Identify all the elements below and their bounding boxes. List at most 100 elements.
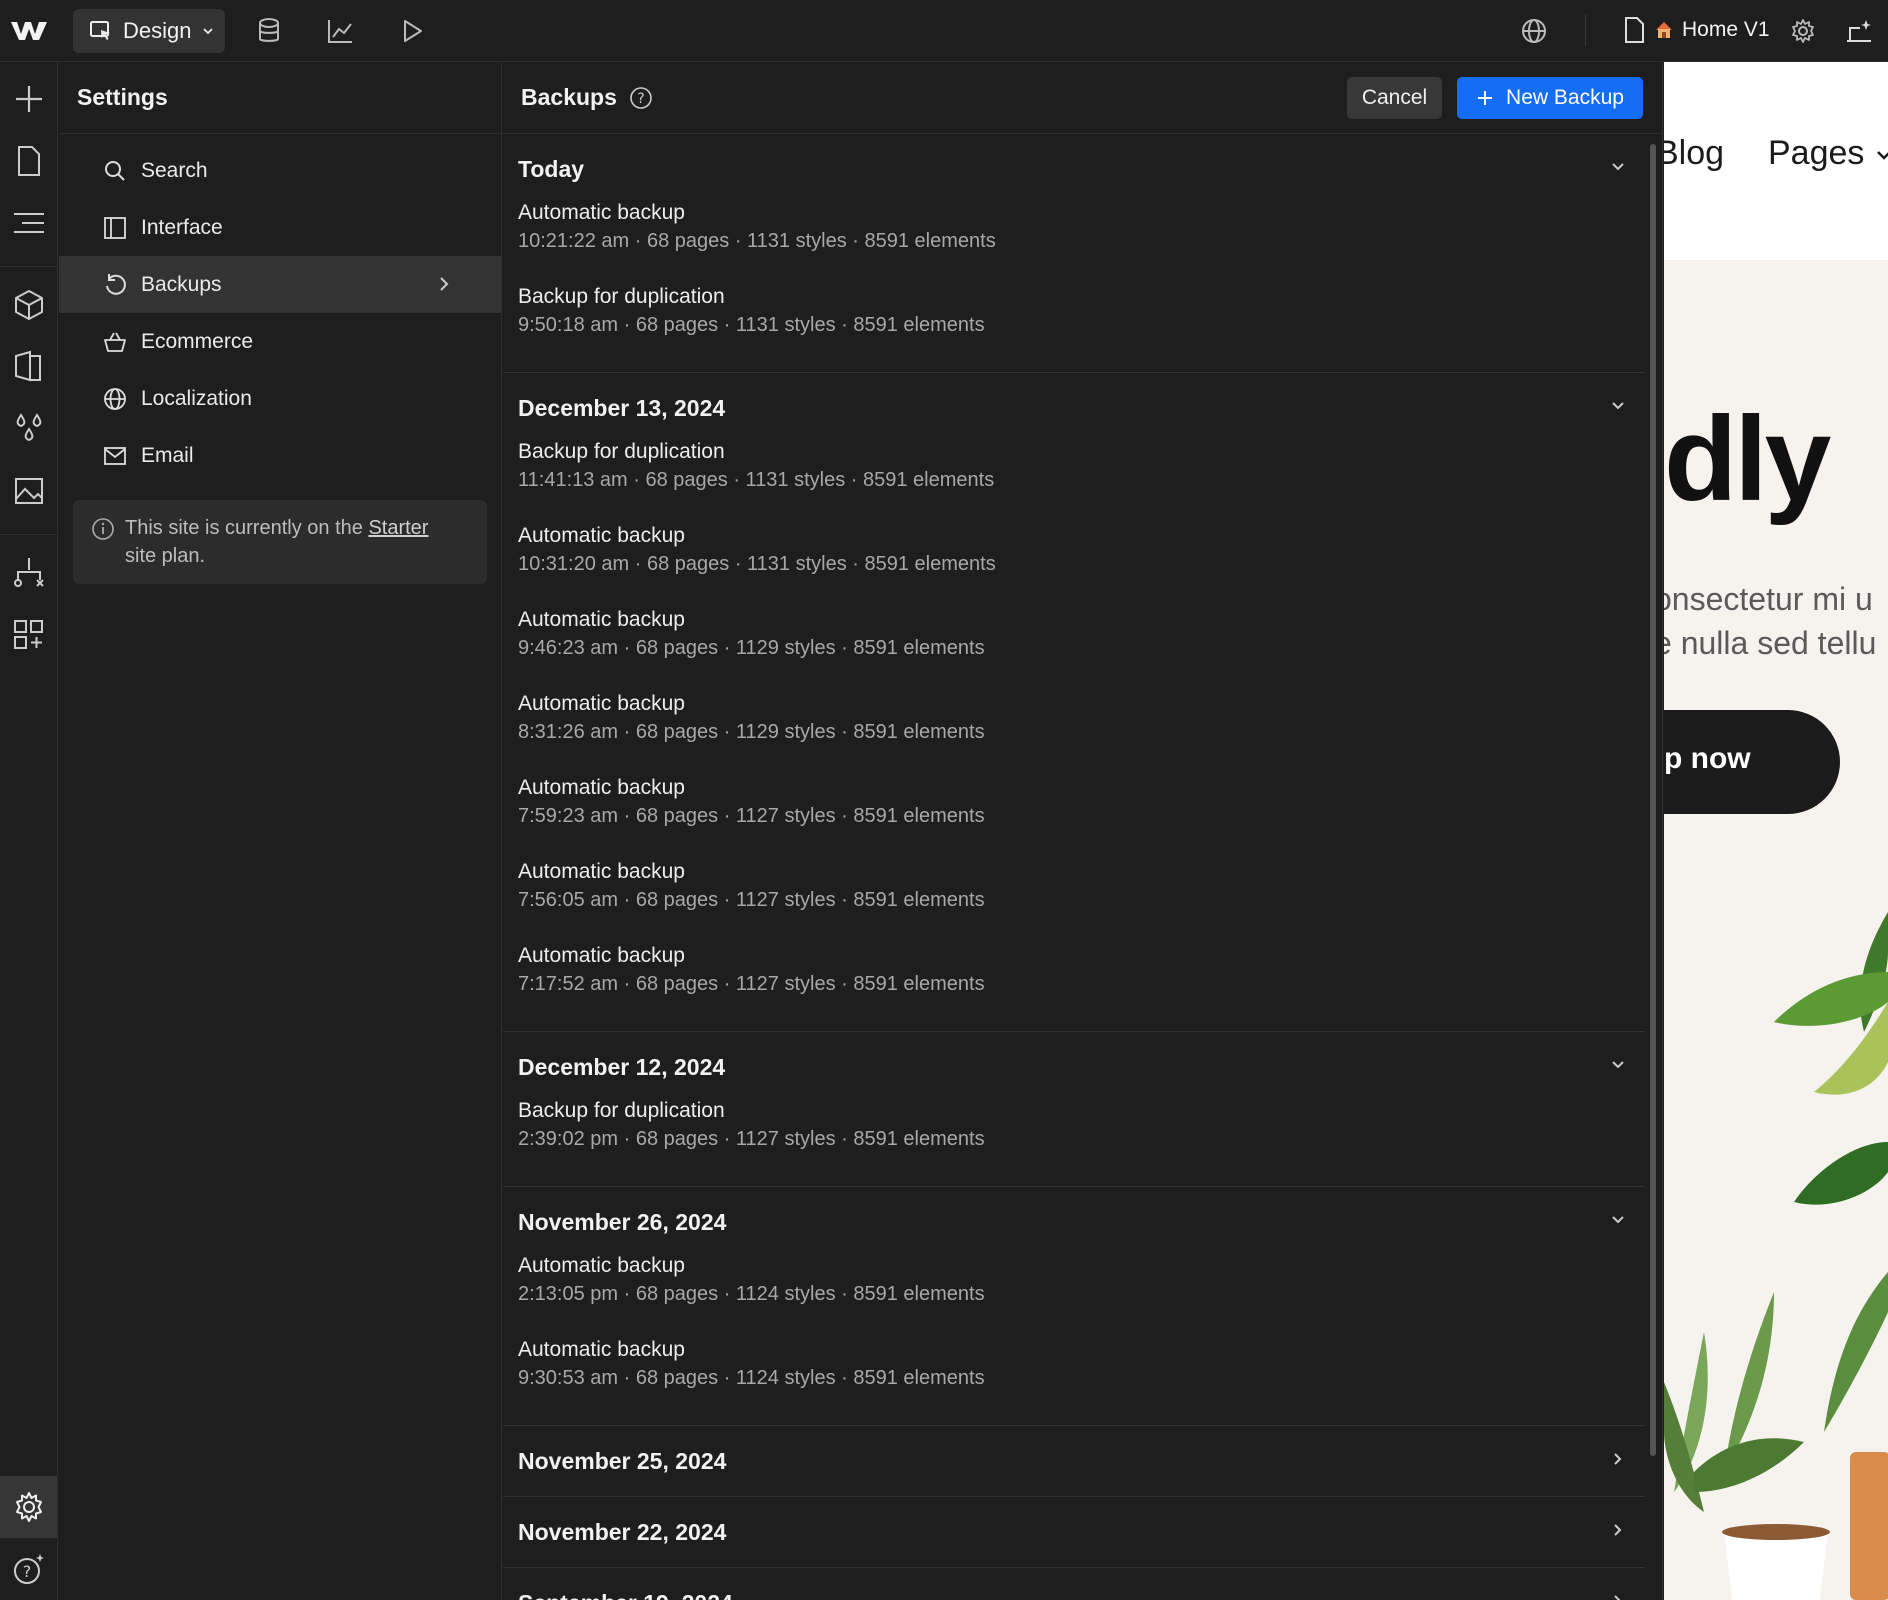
backup-group-header[interactable]: Today	[503, 134, 1645, 204]
backup-entry[interactable]: Backup for duplication 2:39:02 pm · 68 pa…	[503, 1094, 1645, 1178]
cms-database-icon[interactable]	[254, 16, 284, 46]
backup-entry[interactable]: Automatic backup 8:31:26 am · 68 pages · …	[503, 687, 1645, 771]
preview-nav-pages-label: Pages	[1768, 134, 1865, 172]
components-cube-icon[interactable]	[12, 288, 46, 322]
settings-nav-email[interactable]: Email	[59, 427, 501, 484]
logic-flow-icon[interactable]	[12, 556, 46, 590]
analytics-chart-icon[interactable]	[325, 16, 355, 46]
preview-subtext-line: e nulla sed tellu	[1664, 625, 1877, 661]
new-backup-label: New Backup	[1506, 86, 1624, 109]
preview-cta-label: p now	[1664, 742, 1751, 775]
rail-divider	[0, 534, 58, 535]
preview-subtext-line: onsectetur mi u	[1664, 581, 1873, 617]
backup-entry-meta: 2:39:02 pm · 68 pages · 1127 styles · 85…	[518, 1128, 985, 1150]
backup-entry-meta: 10:31:20 am · 68 pages · 1131 styles · 8…	[518, 553, 996, 575]
backups-panel: Backups ? Cancel New Backup Today Automat…	[503, 62, 1663, 1600]
settings-title: Settings	[77, 84, 168, 110]
nav-label: Search	[141, 158, 208, 182]
help-question-icon[interactable]: ?	[629, 86, 653, 110]
apps-grid-icon[interactable]	[12, 618, 46, 652]
preview-nav-blog: Blog	[1664, 134, 1725, 172]
style-drops-icon[interactable]	[12, 412, 46, 446]
backup-group-title: November 25, 2024	[518, 1447, 727, 1474]
left-tool-rail: ?	[0, 62, 58, 1600]
settings-gear-icon[interactable]	[12, 1490, 46, 1524]
backups-header: Backups ? Cancel New Backup	[503, 62, 1662, 134]
backup-group-title: December 12, 2024	[518, 1053, 726, 1080]
toolbar-divider	[1585, 14, 1586, 46]
preview-play-icon[interactable]	[397, 16, 427, 46]
backup-entry[interactable]: Automatic backup 9:46:23 am · 68 pages · …	[503, 603, 1645, 687]
backup-entry-meta: 11:41:13 am · 68 pages · 1131 styles · 8…	[518, 469, 995, 491]
chevron-right-icon	[1609, 1592, 1627, 1600]
navigator-icon[interactable]	[12, 206, 46, 240]
gear-icon[interactable]	[1788, 16, 1818, 46]
chevron-right-icon	[1609, 1450, 1627, 1468]
settings-nav-search[interactable]: Search	[59, 142, 501, 199]
backup-date-group: November 25, 2024	[503, 1426, 1645, 1497]
backup-group-header[interactable]: November 25, 2024	[503, 1426, 1645, 1496]
backup-entry-meta: 7:59:23 am · 68 pages · 1127 styles · 85…	[518, 805, 985, 827]
publish-icon[interactable]	[1844, 16, 1874, 46]
settings-panel: Settings Search Interface Backups Ecomme…	[59, 62, 502, 1600]
backup-entry[interactable]: Backup for duplication 11:41:13 am · 68 p…	[503, 435, 1645, 519]
backup-entry[interactable]: Automatic backup 7:59:23 am · 68 pages · …	[503, 771, 1645, 855]
new-backup-button[interactable]: New Backup	[1457, 77, 1643, 119]
starter-plan-link[interactable]: Starter	[368, 517, 428, 539]
settings-nav-interface[interactable]: Interface	[59, 199, 501, 256]
site-plan-notice: This site is currently on the Starter si…	[73, 500, 487, 584]
rail-divider	[0, 266, 58, 267]
backup-entry-meta: 7:17:52 am · 68 pages · 1127 styles · 85…	[518, 973, 985, 995]
mail-icon	[103, 444, 127, 468]
page-selector[interactable]: Home V1	[1622, 16, 1770, 44]
backup-group-header[interactable]: November 22, 2024	[503, 1497, 1645, 1567]
add-panel-icon[interactable]	[12, 82, 46, 116]
backup-group-header[interactable]: December 12, 2024	[503, 1032, 1645, 1102]
help-ai-icon[interactable]: ?	[12, 1552, 46, 1586]
backup-entry[interactable]: Automatic backup 2:13:05 pm · 68 pages · …	[503, 1249, 1645, 1333]
chevron-down-icon	[1609, 158, 1627, 176]
backup-date-group: Today Automatic backup 10:21:22 am · 68 pa…	[503, 134, 1645, 373]
assets-image-icon[interactable]	[12, 474, 46, 508]
backup-entry[interactable]: Automatic backup 7:17:52 am · 68 pages · …	[503, 939, 1645, 1023]
backup-entry[interactable]: Backup for duplication 9:50:18 am · 68 pa…	[503, 280, 1645, 364]
preview-navbar: Blog Pages	[1664, 62, 1888, 260]
backup-group-title: December 13, 2024	[518, 394, 726, 421]
nav-label: Ecommerce	[141, 329, 254, 353]
design-mode-dropdown[interactable]: Design	[73, 9, 225, 53]
backup-entry-name: Backup for duplication	[518, 285, 725, 308]
restore-icon	[103, 273, 127, 297]
settings-nav-localization[interactable]: Localization	[59, 370, 501, 427]
preview-plant-image	[1664, 912, 1888, 1600]
backup-group-title: September 19, 2024	[518, 1590, 733, 1600]
globe-icon[interactable]	[1519, 16, 1549, 46]
settings-nav-ecommerce[interactable]: Ecommerce	[59, 313, 501, 370]
backup-entry[interactable]: Automatic backup 10:31:20 am · 68 pages ·…	[503, 519, 1645, 603]
backup-entry[interactable]: Automatic backup 9:30:53 am · 68 pages · …	[503, 1333, 1645, 1417]
chevron-down-icon	[1609, 397, 1627, 415]
settings-nav-backups[interactable]: Backups	[59, 256, 501, 313]
variables-icon[interactable]	[12, 350, 46, 384]
backup-group-header[interactable]: September 19, 2024	[503, 1568, 1645, 1600]
backup-group-header[interactable]: December 13, 2024	[503, 373, 1645, 443]
svg-text:?: ?	[637, 91, 644, 107]
site-preview-canvas[interactable]: Blog Pages dly onsectetur mi u e nulla s…	[1664, 62, 1888, 1600]
mode-label: Design	[123, 18, 192, 43]
backup-entry[interactable]: Automatic backup 10:21:22 am · 68 pages ·…	[503, 196, 1645, 280]
cancel-button[interactable]: Cancel	[1347, 77, 1442, 119]
pages-icon[interactable]	[12, 144, 46, 178]
backup-entry-name: Automatic backup	[518, 776, 685, 799]
chevron-down-icon	[1609, 1211, 1627, 1229]
search-icon	[103, 159, 127, 183]
preview-hero-heading: dly	[1664, 392, 1831, 526]
plus-icon	[1476, 89, 1494, 107]
plan-text: This site is currently on the Starter si…	[125, 514, 428, 570]
nav-label: Localization	[141, 386, 252, 410]
webflow-logo-icon[interactable]	[8, 14, 50, 46]
backup-group-header[interactable]: November 26, 2024	[503, 1187, 1645, 1257]
backup-date-group: September 19, 2024	[503, 1568, 1645, 1600]
backup-list-scrollbar[interactable]	[1650, 144, 1656, 1456]
backup-entry-meta: 9:30:53 am · 68 pages · 1124 styles · 85…	[518, 1367, 985, 1389]
sidebar-icon	[103, 216, 127, 240]
backup-entry[interactable]: Automatic backup 7:56:05 am · 68 pages · …	[503, 855, 1645, 939]
